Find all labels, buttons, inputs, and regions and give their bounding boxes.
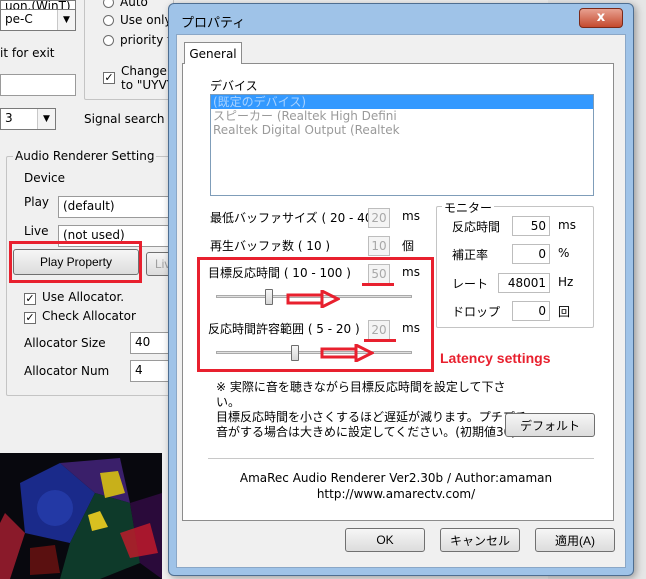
- exit-key-field[interactable]: [0, 74, 76, 96]
- target-latency-unit: ms: [402, 265, 420, 279]
- play-buffer-unit: 個: [402, 239, 415, 253]
- annotation-underline-tolerance: [364, 339, 396, 342]
- check-allocator-checkbox[interactable]: ✓: [24, 312, 36, 324]
- monitor-drop-value: 0: [512, 301, 550, 321]
- number-combo[interactable]: 3 ▼: [0, 108, 56, 130]
- apply-button[interactable]: 適用(A): [535, 528, 615, 552]
- monitor-correction-label: 補正率: [452, 248, 489, 262]
- monitor-rate-unit: Hz: [558, 275, 574, 289]
- close-icon: x: [596, 10, 606, 25]
- signal-search-label: Signal search tir: [84, 112, 182, 126]
- change-uyvy-row[interactable]: ✓: [103, 70, 115, 84]
- annotation-box-play-property: [9, 241, 142, 283]
- use-allocator-label: Use Allocator.: [42, 290, 125, 304]
- radio-auto-label: Auto: [120, 0, 148, 9]
- radio-use-only[interactable]: [103, 15, 114, 26]
- monitor-correction-unit: %: [558, 246, 570, 260]
- allocator-size-label: Allocator Size: [24, 336, 106, 350]
- radio-auto[interactable]: [103, 0, 114, 8]
- play-label: Play: [24, 195, 50, 209]
- monitor-latency-value: 50: [512, 216, 550, 236]
- cancel-button[interactable]: キャンセル: [440, 528, 520, 552]
- audio-renderer-title: Audio Renderer Setting: [13, 149, 157, 163]
- use-allocator-row[interactable]: ✓ Use Allocator.: [24, 290, 124, 305]
- min-buffer-unit: ms: [402, 209, 420, 223]
- annotation-arrow-tolerance: [320, 344, 374, 362]
- credits-line-1: AmaRec Audio Renderer Ver2.30b / Author:…: [239, 471, 553, 485]
- default-button[interactable]: デフォルト: [505, 413, 595, 437]
- monitor-latency-unit: ms: [558, 218, 576, 232]
- min-buffer-label: 最低バッファサイズ ( 20 - 40 ): [210, 211, 381, 225]
- note-line-1: ※ 実際に音を聴きながら目標反応時間を設定して下さ: [216, 380, 506, 394]
- radio-priority[interactable]: [103, 35, 114, 46]
- slider-track: [216, 351, 412, 354]
- tab-general[interactable]: General: [184, 42, 242, 64]
- device-list-item[interactable]: Realtek Digital Output (Realtek: [211, 123, 593, 137]
- check-allocator-row[interactable]: ✓ Check Allocator: [24, 309, 136, 324]
- live-device-value: (not used): [63, 228, 125, 242]
- device-label: Device: [24, 171, 66, 185]
- allocator-num-label: Allocator Num: [24, 364, 110, 378]
- annotation-underline-target: [362, 283, 394, 286]
- live-label: Live: [24, 224, 49, 238]
- tolerance-slider[interactable]: [216, 343, 412, 363]
- target-latency-field[interactable]: 50: [368, 264, 390, 284]
- latency-settings-annotation: Latency settings: [440, 350, 551, 366]
- target-latency-label: 目標反応時間 ( 10 - 100 ): [208, 266, 351, 280]
- monitor-latency-label: 反応時間: [452, 220, 501, 234]
- play-device-field[interactable]: (default): [58, 196, 178, 218]
- device-list-label: デバイス: [210, 79, 258, 93]
- min-buffer-field[interactable]: 20: [368, 208, 390, 228]
- type-combo-value: pe-C: [5, 12, 33, 26]
- monitor-correction-value: 0: [512, 244, 550, 264]
- allocator-num-value: 4: [135, 363, 143, 377]
- chevron-down-icon[interactable]: ▼: [57, 10, 75, 30]
- ok-button[interactable]: OK: [345, 528, 425, 552]
- allocator-size-value: 40: [135, 335, 151, 349]
- number-combo-value: 3: [5, 111, 13, 125]
- monitor-title: モニター: [442, 199, 495, 216]
- tolerance-label: 反応時間許容範囲 ( 5 - 20 ): [208, 322, 360, 336]
- change-uyvy-checkbox[interactable]: ✓: [103, 72, 115, 84]
- close-button[interactable]: x: [579, 8, 623, 28]
- radio-priority-row[interactable]: priority to: [103, 33, 179, 49]
- separator: [208, 458, 594, 459]
- annotation-arrow-target: [286, 290, 340, 308]
- slider-thumb[interactable]: [265, 289, 273, 305]
- play-buffer-label: 再生バッファ数 ( 10 ): [210, 239, 331, 253]
- play-buffer-field[interactable]: 10: [368, 236, 390, 256]
- monitor-drop-label: ドロップ: [452, 305, 501, 319]
- monitor-rate-value: 48001: [498, 273, 550, 293]
- exit-hint: it for exit: [0, 46, 55, 60]
- tolerance-unit: ms: [402, 321, 420, 335]
- monitor-drop-unit: 回: [558, 305, 571, 319]
- use-allocator-checkbox[interactable]: ✓: [24, 293, 36, 305]
- radio-use-only-label: Use only: [120, 13, 172, 27]
- monitor-rate-label: レート: [452, 277, 489, 291]
- dialog-title: プロパティ: [181, 16, 246, 31]
- note-line-4: 音がする場合は大きめに設定してください。(初期値30): [216, 425, 516, 439]
- device-listbox[interactable]: (既定のデバイス) スピーカー (Realtek High Defini Rea…: [210, 94, 594, 196]
- play-device-value: (default): [63, 199, 115, 213]
- type-combo[interactable]: pe-C ▼: [0, 9, 76, 31]
- check-allocator-label: Check Allocator: [42, 309, 136, 323]
- radio-auto-row[interactable]: Auto: [103, 0, 148, 11]
- device-list-item[interactable]: (既定のデバイス): [211, 95, 593, 109]
- credits-link[interactable]: http://www.amarectv.com/: [0, 487, 646, 501]
- tolerance-field[interactable]: 20: [368, 320, 390, 340]
- slider-thumb[interactable]: [291, 345, 299, 361]
- chevron-down-icon[interactable]: ▼: [37, 109, 55, 129]
- radio-use-only-row[interactable]: Use only: [103, 13, 172, 29]
- device-list-item[interactable]: スピーカー (Realtek High Defini: [211, 109, 593, 123]
